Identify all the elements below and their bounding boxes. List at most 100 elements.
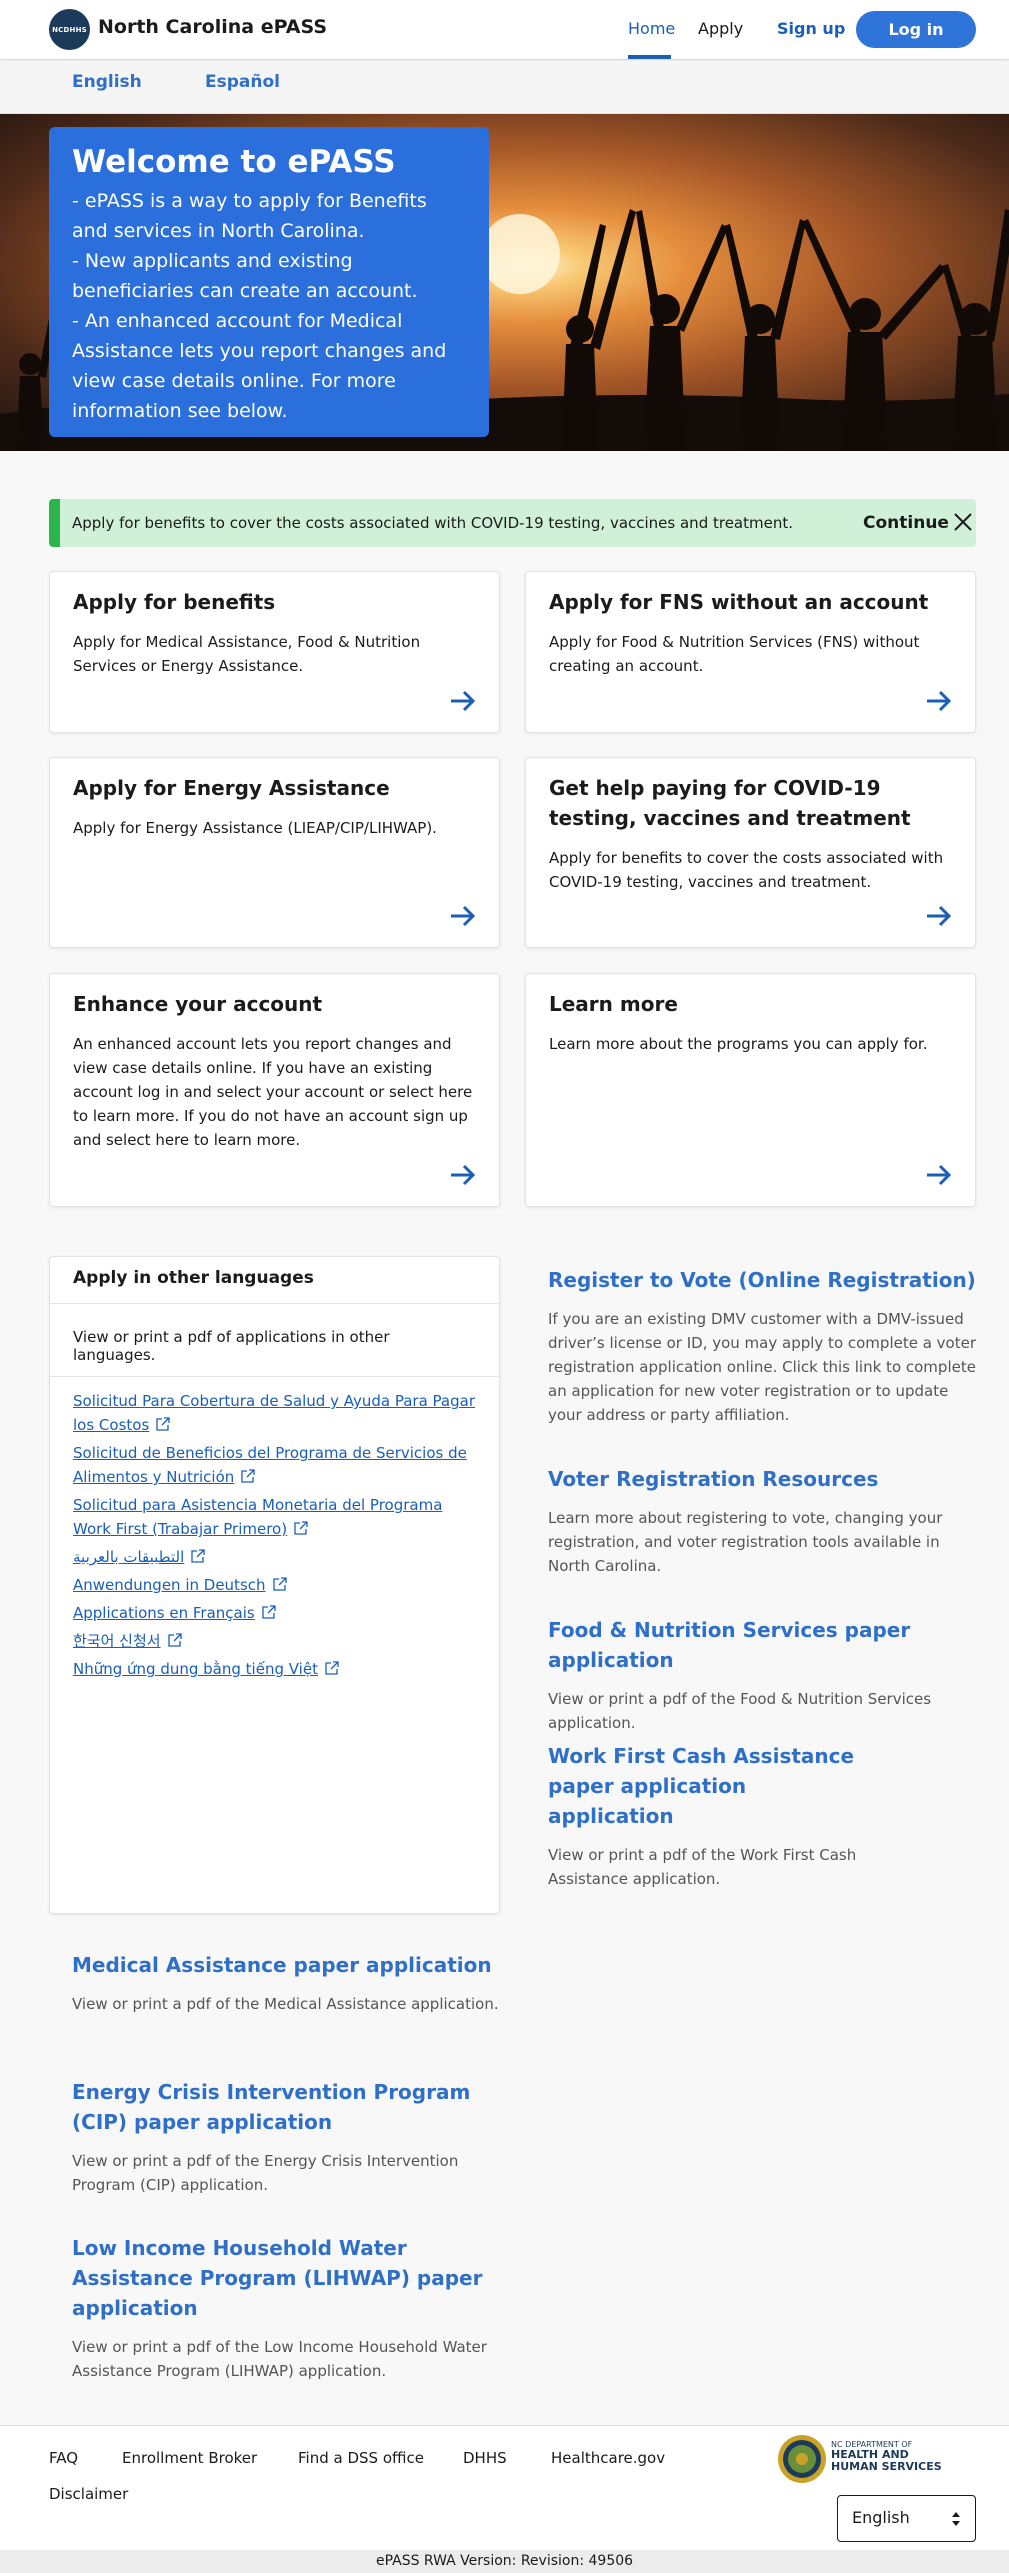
other-languages-panel: Apply in other languages View or print a…: [49, 1256, 500, 1914]
footer-disclaimer-link[interactable]: Disclaimer: [49, 2485, 128, 2503]
banner-continue-link[interactable]: Continue: [863, 513, 949, 533]
section-description: If you are an existing DMV customer with…: [548, 1310, 977, 1424]
section-description: View or print a pdf of the Work First Ca…: [548, 1846, 857, 1888]
signup-link[interactable]: Sign up: [777, 19, 845, 38]
language-application-link[interactable]: Solicitud Para Cobertura de Salud y Ayud…: [73, 1389, 476, 1437]
section-description: View or print a pdf of the Low Income Ho…: [72, 2338, 487, 2380]
card-title: Learn more: [549, 992, 678, 1016]
language-application-link[interactable]: Applications en Français: [73, 1601, 476, 1625]
welcome-line: - An enhanced account for Medical Assist…: [72, 310, 447, 422]
voter-resources-section: Voter Registration Resources Learn more …: [548, 1464, 978, 1578]
external-link-icon: [156, 1417, 170, 1431]
link-text[interactable]: Những ứng dung bằng tiếng Việt: [73, 1660, 318, 1678]
language-bar: English Español: [0, 61, 1009, 114]
nc-seal-logo[interactable]: [777, 2434, 827, 2484]
language-application-link[interactable]: Solicitud para Asistencia Monetaria del …: [73, 1493, 476, 1541]
link-text[interactable]: Solicitud para Asistencia Monetaria del …: [73, 1496, 442, 1538]
language-spanish-link[interactable]: Español: [205, 72, 280, 92]
cip-paper-application-link[interactable]: Energy Crisis Intervention Program (CIP)…: [72, 2077, 502, 2137]
footer-enrollment-broker-link[interactable]: Enrollment Broker: [122, 2449, 257, 2467]
work-first-paper-section: Work First Cash Assistance paper applica…: [548, 1741, 888, 1891]
card-description: Apply for Food & Nutrition Services (FNS…: [549, 633, 920, 675]
card-energy-assistance[interactable]: Apply for Energy Assistance Apply for En…: [49, 757, 500, 948]
card-title: Apply for Energy Assistance: [73, 776, 390, 800]
arrow-right-icon[interactable]: [450, 1164, 476, 1186]
language-english-link[interactable]: English: [72, 72, 142, 92]
card-enhance-account[interactable]: Enhance your account An enhanced account…: [49, 973, 500, 1207]
external-link-icon: [167, 1633, 182, 1647]
footer-faq-link[interactable]: FAQ: [49, 2449, 78, 2467]
external-link-icon: [325, 1661, 339, 1675]
footer-language-select[interactable]: English: [837, 2495, 976, 2542]
selected-language: English: [852, 2508, 910, 2527]
work-first-paper-application-link[interactable]: Work First Cash Assistance paper applica…: [548, 1741, 888, 1801]
section-description: View or print a pdf of the Medical Assis…: [72, 1995, 499, 2013]
link-text[interactable]: Solicitud Para Cobertura de Salud y Ayud…: [73, 1392, 475, 1434]
card-apply-benefits[interactable]: Apply for benefits Apply for Medical Ass…: [49, 571, 500, 733]
register-to-vote-section: Register to Vote (Online Registration) I…: [548, 1265, 978, 1427]
card-apply-fns[interactable]: Apply for FNS without an account Apply f…: [525, 571, 976, 733]
card-description: Apply for Medical Assistance, Food & Nut…: [73, 633, 421, 675]
external-link-icon: [262, 1605, 276, 1619]
footer-dhhs-link[interactable]: DHHS: [463, 2449, 507, 2467]
medical-paper-section: Medical Assistance paper application Vie…: [72, 1950, 502, 2016]
welcome-title: Welcome to ePASS: [72, 144, 396, 180]
active-tab-indicator: [628, 55, 671, 59]
card-title: Apply for benefits: [73, 590, 276, 614]
ncdhhs-logo[interactable]: NCDHHS: [49, 9, 90, 50]
other-languages-list: Solicitud Para Cobertura de Salud y Ayud…: [50, 1377, 499, 1697]
register-to-vote-link[interactable]: Register to Vote (Online Registration): [548, 1265, 978, 1295]
lihwap-paper-application-link[interactable]: Low Income Household Water Assistance Pr…: [72, 2233, 502, 2323]
card-title: Enhance your account: [73, 992, 323, 1016]
other-languages-title: Apply in other languages: [50, 1257, 499, 1304]
select-updown-icon: [952, 2512, 960, 2526]
card-title: Get help paying for COVID-19 testing, va…: [549, 776, 911, 830]
card-description: Apply for benefits to cover the costs as…: [549, 849, 944, 891]
medical-paper-application-link[interactable]: Medical Assistance paper application: [72, 1950, 502, 1980]
language-application-link[interactable]: Anwendungen in Deutsch: [73, 1573, 476, 1597]
brand-title[interactable]: North Carolina ePASS: [98, 16, 327, 38]
voter-resources-link[interactable]: Voter Registration Resources: [548, 1464, 978, 1494]
fns-paper-section: Food & Nutrition Services paper applicat…: [548, 1615, 978, 1735]
welcome-panel: Welcome to ePASS - ePASS is a way to app…: [49, 127, 489, 437]
card-covid-help[interactable]: Get help paying for COVID-19 testing, va…: [525, 757, 976, 948]
hero-banner: Welcome to ePASS - ePASS is a way to app…: [0, 114, 1009, 451]
link-text[interactable]: التطبيقات بالعربية: [73, 1548, 184, 1566]
footer-find-dss-link[interactable]: Find a DSS office: [298, 2449, 424, 2467]
arrow-right-icon[interactable]: [926, 1164, 952, 1186]
welcome-line: - New applicants and existing beneficiar…: [72, 250, 418, 302]
login-button[interactable]: Log in: [856, 11, 976, 48]
language-application-link[interactable]: 한국어 신청서: [73, 1629, 476, 1653]
version-info: ePASS RWA Version: Revision: 49506: [0, 2550, 1009, 2573]
covid-alert-banner: Apply for benefits to cover the costs as…: [49, 499, 976, 547]
work-first-link-suffix[interactable]: application: [548, 1801, 888, 1831]
language-application-link[interactable]: Solicitud de Beneficios del Programa de …: [73, 1441, 476, 1489]
section-description: View or print a pdf of the Food & Nutrit…: [548, 1690, 932, 1732]
arrow-right-icon[interactable]: [926, 905, 952, 927]
nav-home[interactable]: Home: [628, 19, 675, 38]
logo-text: NCDHHS: [52, 25, 87, 34]
nav-apply[interactable]: Apply: [698, 19, 743, 38]
section-description: Learn more about registering to vote, ch…: [548, 1509, 943, 1575]
section-description: View or print a pdf of the Energy Crisis…: [72, 2152, 459, 2194]
link-text[interactable]: Applications en Français: [73, 1604, 255, 1622]
external-link-icon: [241, 1469, 255, 1483]
link-text[interactable]: Anwendungen in Deutsch: [73, 1576, 266, 1594]
footer-healthcare-gov-link[interactable]: Healthcare.gov: [551, 2449, 665, 2467]
external-link-icon: [191, 1549, 205, 1563]
arrow-right-icon[interactable]: [450, 690, 476, 712]
language-application-link[interactable]: التطبيقات بالعربية: [73, 1545, 476, 1569]
link-text[interactable]: Solicitud de Beneficios del Programa de …: [73, 1444, 467, 1486]
fns-paper-application-link[interactable]: Food & Nutrition Services paper applicat…: [548, 1615, 978, 1675]
card-learn-more[interactable]: Learn more Learn more about the programs…: [525, 973, 976, 1207]
external-link-icon: [294, 1521, 308, 1535]
link-text[interactable]: 한국어 신청서: [73, 1632, 161, 1650]
close-icon[interactable]: [952, 511, 974, 533]
language-application-link[interactable]: Những ứng dung bằng tiếng Việt: [73, 1657, 476, 1681]
external-link-icon: [272, 1577, 287, 1591]
arrow-right-icon[interactable]: [450, 905, 476, 927]
site-header: NCDHHS North Carolina ePASS Home Apply S…: [0, 0, 1009, 60]
site-footer: FAQ Enrollment Broker Find a DSS office …: [0, 2425, 1009, 2550]
arrow-right-icon[interactable]: [926, 690, 952, 712]
card-description: An enhanced account lets you report chan…: [73, 1035, 473, 1149]
